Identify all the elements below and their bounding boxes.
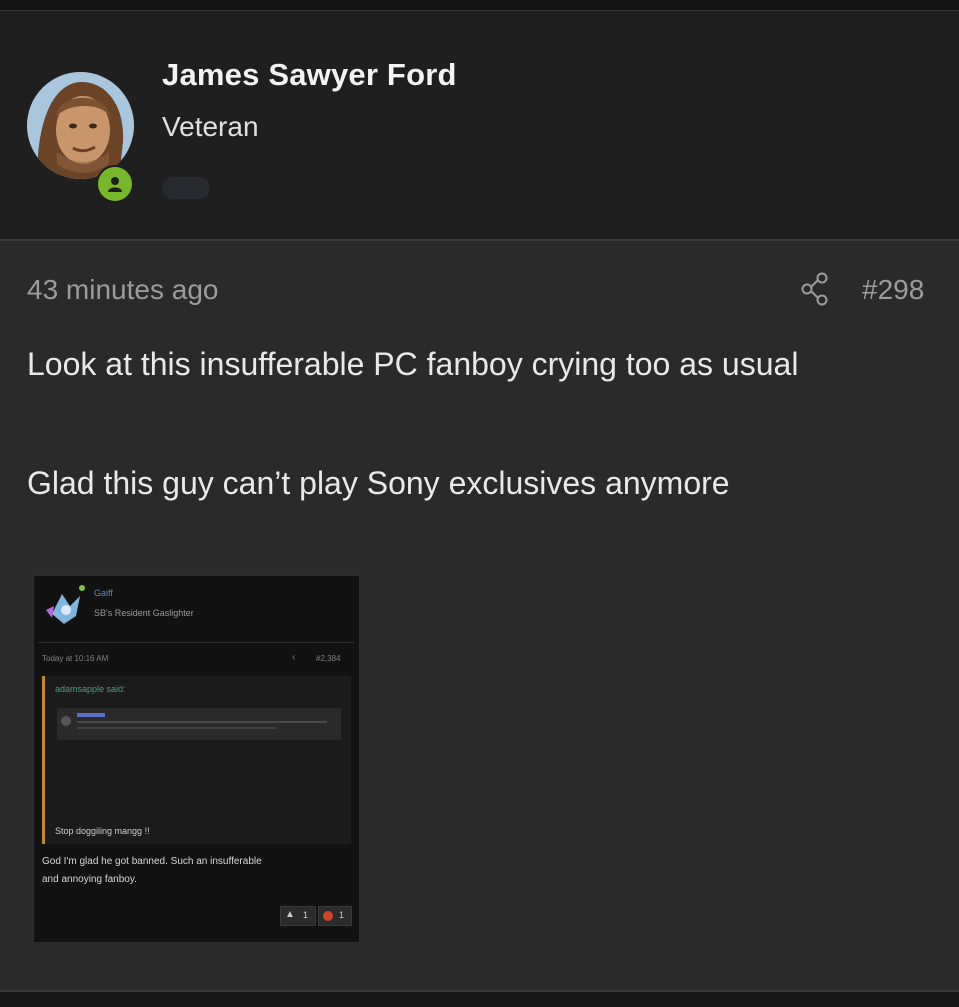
attachment-share-icon: ‹ [292, 652, 296, 663]
attachment-quote-block: adamsapple said: Stop doggiling mangg !! [42, 676, 351, 844]
attachment-quote-text: Stop doggiling mangg !! [55, 826, 150, 836]
attachment-other-reaction: 1 [318, 906, 352, 926]
attachment-like-reaction: ▲ 1 [280, 906, 316, 926]
attachment-author: Gaiff [94, 588, 113, 598]
online-status-icon [96, 165, 134, 203]
avatar[interactable] [27, 72, 134, 179]
attachment-author-title: SB's Resident Gaslighter [94, 608, 194, 618]
post-author-header: James Sawyer Ford Veteran [0, 11, 959, 241]
post-text-line: Look at this insufferable PC fanboy cryi… [27, 346, 799, 382]
post-number-link[interactable]: #298 [862, 274, 924, 306]
top-divider [0, 0, 959, 11]
attachment-time: Today at 10:16 AM [42, 654, 109, 663]
bottom-divider [0, 990, 959, 1007]
attachment-divider [38, 642, 354, 643]
post-timestamp[interactable]: 43 minutes ago [27, 274, 218, 306]
post-text-line: Glad this guy can’t play Sony exclusives… [27, 465, 730, 501]
attachment-quote-author: adamsapple said: [55, 684, 126, 694]
share-icon[interactable] [800, 272, 830, 306]
attachment-other-count: 1 [339, 910, 345, 920]
attachment-nested-quote [57, 708, 341, 740]
attached-screenshot-thumbnail[interactable]: Gaiff SB's Resident Gaslighter Today at … [33, 575, 360, 943]
author-title: Veteran [162, 111, 259, 142]
attachment-like-count: 1 [303, 910, 309, 920]
attachment-post-number: #2,384 [316, 654, 341, 663]
attachment-body-line: God I'm glad he got banned. Such an insu… [42, 856, 262, 867]
author-name[interactable]: James Sawyer Ford [162, 57, 457, 93]
reaction-icon [323, 911, 333, 921]
user-badge [162, 177, 210, 199]
thumbs-up-icon: ▲ [285, 909, 295, 920]
attachment-avatar [46, 585, 85, 624]
attachment-body-line: and annoying fanboy. [42, 874, 137, 885]
